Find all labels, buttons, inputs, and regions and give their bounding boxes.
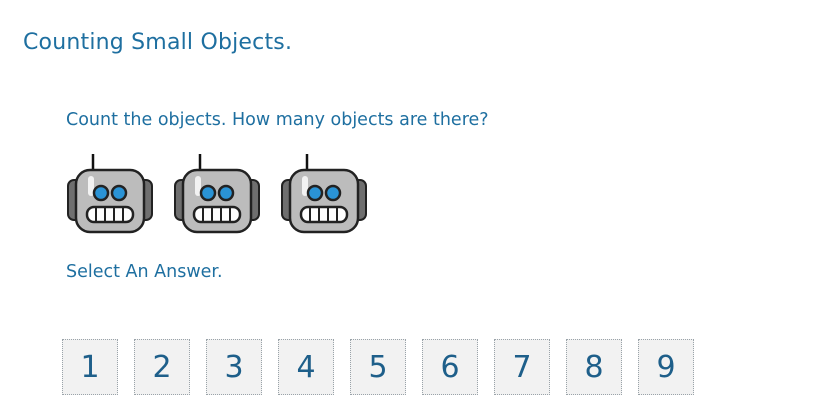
robot-icon xyxy=(67,154,153,234)
answer-option-9[interactable]: 9 xyxy=(638,339,694,395)
answer-option-6[interactable]: 6 xyxy=(422,339,478,395)
robot-icon xyxy=(174,154,260,234)
object-group xyxy=(66,152,368,236)
select-answer-prompt: Select An Answer. xyxy=(66,262,223,282)
answer-option-8[interactable]: 8 xyxy=(566,339,622,395)
answer-option-4[interactable]: 4 xyxy=(278,339,334,395)
page: Counting Small Objects. Count the object… xyxy=(0,0,833,417)
answer-option-1[interactable]: 1 xyxy=(62,339,118,395)
answer-options: 1 2 3 4 5 6 7 8 9 xyxy=(62,339,694,395)
answer-option-7[interactable]: 7 xyxy=(494,339,550,395)
robot-icon xyxy=(281,154,367,234)
page-title: Counting Small Objects. xyxy=(23,30,293,55)
answer-option-2[interactable]: 2 xyxy=(134,339,190,395)
answer-option-3[interactable]: 3 xyxy=(206,339,262,395)
answer-option-5[interactable]: 5 xyxy=(350,339,406,395)
question-text: Count the objects. How many objects are … xyxy=(66,110,489,130)
